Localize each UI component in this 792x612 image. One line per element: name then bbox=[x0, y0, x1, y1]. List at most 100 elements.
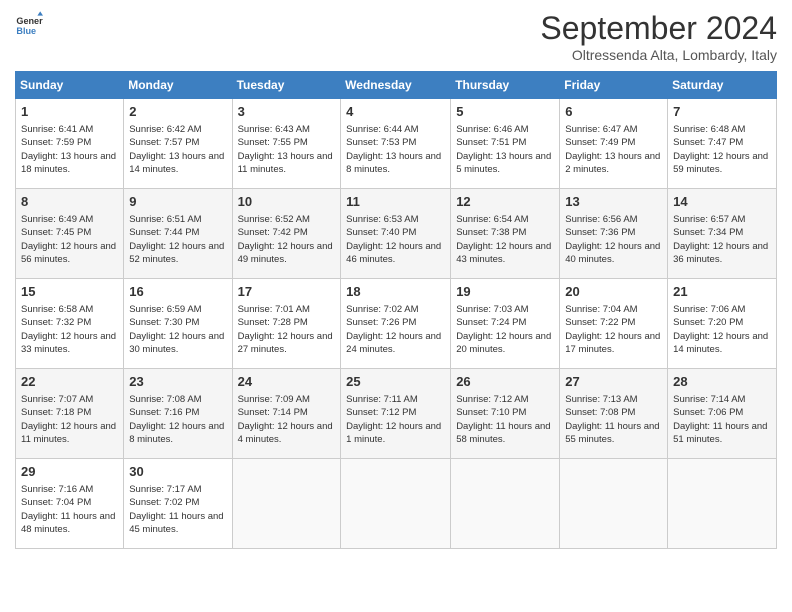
sunrise-text: Sunrise: 6:53 AM bbox=[346, 214, 418, 225]
day-number: 8 bbox=[21, 193, 118, 211]
day-cell-7: 7Sunrise: 6:48 AMSunset: 7:47 PMDaylight… bbox=[668, 99, 777, 189]
week-row-4: 22 Sunrise: 7:07 AM Sunset: 7:18 PM Dayligh… bbox=[16, 369, 777, 459]
daylight-text: Daylight: 13 hours and 14 minutes. bbox=[129, 151, 224, 175]
empty-cell bbox=[560, 459, 668, 549]
daylight-text: Daylight: 13 hours and 18 minutes. bbox=[21, 151, 116, 175]
sunset-text: Sunset: 7:22 PM bbox=[565, 317, 635, 328]
sunset-text: Sunset: 7:59 PM bbox=[21, 137, 91, 148]
weekday-header-row: SundayMondayTuesdayWednesdayThursdayFrid… bbox=[16, 72, 777, 99]
day-cell-14: 14Sunrise: 6:57 AMSunset: 7:34 PMDayligh… bbox=[668, 189, 777, 279]
day-number: 2 bbox=[129, 103, 226, 121]
daylight-text: Daylight: 12 hours and 14 minutes. bbox=[673, 331, 768, 355]
daylight-text: Daylight: 12 hours and 43 minutes. bbox=[456, 241, 551, 265]
sunrise-text: Sunrise: 7:06 AM bbox=[673, 304, 745, 315]
sunrise-text: Sunrise: 6:41 AM bbox=[21, 124, 93, 135]
sunrise-text: Sunrise: 6:57 AM bbox=[673, 214, 745, 225]
sunset-text: Sunset: 7:42 PM bbox=[238, 227, 308, 238]
sunset-text: Sunset: 7:14 PM bbox=[238, 407, 308, 418]
day-cell-9: 9Sunrise: 6:51 AMSunset: 7:44 PMDaylight… bbox=[124, 189, 232, 279]
empty-cell bbox=[451, 459, 560, 549]
day-number: 26 bbox=[456, 373, 554, 391]
weekday-header-friday: Friday bbox=[560, 72, 668, 99]
daylight-text: Daylight: 13 hours and 11 minutes. bbox=[238, 151, 333, 175]
week-row-5: 29Sunrise: 7:16 AMSunset: 7:04 PMDayligh… bbox=[16, 459, 777, 549]
empty-cell bbox=[668, 459, 777, 549]
sunset-text: Sunset: 7:18 PM bbox=[21, 407, 91, 418]
day-number: 20 bbox=[565, 283, 662, 301]
empty-cell bbox=[232, 459, 341, 549]
day-number: 4 bbox=[346, 103, 445, 121]
day-number: 25 bbox=[346, 373, 445, 391]
day-cell-17: 17Sunrise: 7:01 AMSunset: 7:28 PMDayligh… bbox=[232, 279, 341, 369]
daylight-text: Daylight: 11 hours and 58 minutes. bbox=[456, 421, 550, 445]
day-cell-19: 19Sunrise: 7:03 AMSunset: 7:24 PMDayligh… bbox=[451, 279, 560, 369]
daylight-text: Daylight: 12 hours and 20 minutes. bbox=[456, 331, 551, 355]
day-cell-8: 8Sunrise: 6:49 AMSunset: 7:45 PMDaylight… bbox=[16, 189, 124, 279]
day-cell-10: 10Sunrise: 6:52 AMSunset: 7:42 PMDayligh… bbox=[232, 189, 341, 279]
day-number: 5 bbox=[456, 103, 554, 121]
sunrise-text: Sunrise: 7:13 AM bbox=[565, 394, 637, 405]
sunrise-text: Sunrise: 6:42 AM bbox=[129, 124, 201, 135]
sunrise-text: Sunrise: 7:07 AM bbox=[21, 394, 93, 405]
sunset-text: Sunset: 7:20 PM bbox=[673, 317, 743, 328]
day-cell-25: 25Sunrise: 7:11 AMSunset: 7:12 PMDayligh… bbox=[341, 369, 451, 459]
sunset-text: Sunset: 7:34 PM bbox=[673, 227, 743, 238]
sunset-text: Sunset: 7:40 PM bbox=[346, 227, 416, 238]
weekday-header-wednesday: Wednesday bbox=[341, 72, 451, 99]
day-number: 24 bbox=[238, 373, 336, 391]
day-number: 22 bbox=[21, 373, 118, 391]
calendar-table: SundayMondayTuesdayWednesdayThursdayFrid… bbox=[15, 71, 777, 549]
day-number: 17 bbox=[238, 283, 336, 301]
day-number: 7 bbox=[673, 103, 771, 121]
sunset-text: Sunset: 7:04 PM bbox=[21, 497, 91, 508]
sunset-text: Sunset: 7:16 PM bbox=[129, 407, 199, 418]
sunrise-text: Sunrise: 7:17 AM bbox=[129, 484, 201, 495]
weekday-header-thursday: Thursday bbox=[451, 72, 560, 99]
sunrise-text: Sunrise: 7:14 AM bbox=[673, 394, 745, 405]
weekday-header-saturday: Saturday bbox=[668, 72, 777, 99]
day-cell-29: 29Sunrise: 7:16 AMSunset: 7:04 PMDayligh… bbox=[16, 459, 124, 549]
day-cell-3: 3Sunrise: 6:43 AMSunset: 7:55 PMDaylight… bbox=[232, 99, 341, 189]
sunset-text: Sunset: 7:30 PM bbox=[129, 317, 199, 328]
location-title: Oltressenda Alta, Lombardy, Italy bbox=[540, 47, 777, 63]
day-number: 15 bbox=[21, 283, 118, 301]
week-row-3: 15Sunrise: 6:58 AMSunset: 7:32 PMDayligh… bbox=[16, 279, 777, 369]
daylight-text: Daylight: 12 hours and 1 minute. bbox=[346, 421, 441, 445]
day-cell-11: 11Sunrise: 6:53 AMSunset: 7:40 PMDayligh… bbox=[341, 189, 451, 279]
daylight-text: Daylight: 11 hours and 48 minutes. bbox=[21, 511, 115, 535]
sunset-text: Sunset: 7:55 PM bbox=[238, 137, 308, 148]
day-cell-23: 23Sunrise: 7:08 AMSunset: 7:16 PMDayligh… bbox=[124, 369, 232, 459]
daylight-text: Daylight: 13 hours and 5 minutes. bbox=[456, 151, 551, 175]
week-row-2: 8Sunrise: 6:49 AMSunset: 7:45 PMDaylight… bbox=[16, 189, 777, 279]
daylight-text: Daylight: 12 hours and 17 minutes. bbox=[565, 331, 660, 355]
day-number: 21 bbox=[673, 283, 771, 301]
sunset-text: Sunset: 7:51 PM bbox=[456, 137, 526, 148]
sunrise-text: Sunrise: 6:59 AM bbox=[129, 304, 201, 315]
day-cell-20: 20Sunrise: 7:04 AMSunset: 7:22 PMDayligh… bbox=[560, 279, 668, 369]
svg-text:Blue: Blue bbox=[16, 26, 36, 36]
day-number: 28 bbox=[673, 373, 771, 391]
sunrise-text: Sunrise: 7:01 AM bbox=[238, 304, 310, 315]
title-area: September 2024 Oltressenda Alta, Lombard… bbox=[540, 10, 777, 63]
day-number: 10 bbox=[238, 193, 336, 211]
daylight-text: Daylight: 13 hours and 8 minutes. bbox=[346, 151, 441, 175]
sunrise-text: Sunrise: 7:08 AM bbox=[129, 394, 201, 405]
sunset-text: Sunset: 7:32 PM bbox=[21, 317, 91, 328]
daylight-text: Daylight: 12 hours and 40 minutes. bbox=[565, 241, 660, 265]
weekday-header-sunday: Sunday bbox=[16, 72, 124, 99]
sunrise-text: Sunrise: 6:48 AM bbox=[673, 124, 745, 135]
daylight-text: Daylight: 12 hours and 56 minutes. bbox=[21, 241, 116, 265]
daylight-text: Daylight: 11 hours and 45 minutes. bbox=[129, 511, 223, 535]
day-cell-22: 22 Sunrise: 7:07 AM Sunset: 7:18 PM Dayligh… bbox=[16, 369, 124, 459]
day-number: 3 bbox=[238, 103, 336, 121]
sunset-text: Sunset: 7:12 PM bbox=[346, 407, 416, 418]
day-cell-21: 21 Sunrise: 7:06 AM Sunset: 7:20 PM Dayligh… bbox=[668, 279, 777, 369]
daylight-text: Daylight: 12 hours and 11 minutes. bbox=[21, 421, 116, 445]
day-number: 11 bbox=[346, 193, 445, 211]
sunset-text: Sunset: 7:36 PM bbox=[565, 227, 635, 238]
day-cell-27: 27Sunrise: 7:13 AMSunset: 7:08 PMDayligh… bbox=[560, 369, 668, 459]
daylight-text: Daylight: 12 hours and 27 minutes. bbox=[238, 331, 333, 355]
day-number: 6 bbox=[565, 103, 662, 121]
day-number: 30 bbox=[129, 463, 226, 481]
logo-icon: General Blue bbox=[15, 10, 43, 38]
